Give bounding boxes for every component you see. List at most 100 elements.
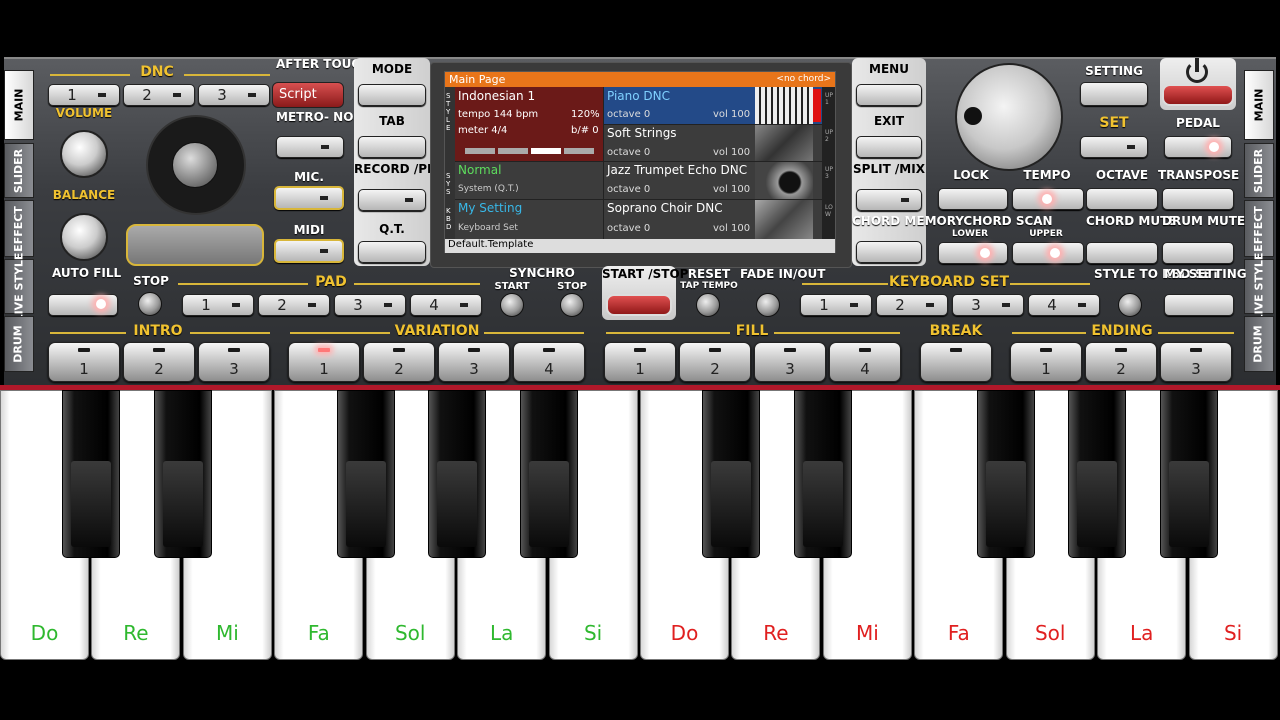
dnc-button-2[interactable]: 2 [123, 84, 195, 106]
transpose-button[interactable] [1162, 188, 1234, 210]
led-active [318, 348, 330, 352]
midi-button[interactable] [274, 239, 344, 263]
kbd-set-button-3[interactable]: 3 [952, 294, 1024, 316]
synchro-stop-button[interactable] [560, 293, 584, 317]
tab-drum-right[interactable]: DRUM [1244, 316, 1274, 372]
chord-scan-lower-button[interactable] [938, 242, 1008, 264]
intro-button-1[interactable]: 1 [48, 342, 120, 382]
section-bar-2 [498, 148, 528, 154]
black-key[interactable] [793, 390, 852, 558]
record-play-button[interactable] [358, 189, 426, 211]
tab-button[interactable] [358, 136, 426, 158]
dnc-button-3[interactable]: 3 [198, 84, 270, 106]
kbd-set-button-2[interactable]: 2 [876, 294, 948, 316]
voice-4-name: Soprano Choir DNC [607, 201, 723, 215]
style-to-kbd-button[interactable] [1118, 293, 1142, 317]
fill-button-2[interactable]: 2 [679, 342, 751, 382]
black-key[interactable] [976, 390, 1035, 558]
ending-button-3[interactable]: 3 [1160, 342, 1232, 382]
power-button[interactable] [1162, 84, 1234, 106]
variation-button-2[interactable]: 2 [363, 342, 435, 382]
my-setting-button[interactable] [1164, 294, 1234, 316]
pad-button-3[interactable]: 3 [334, 294, 406, 316]
ending-label: ENDING [1091, 323, 1153, 339]
joystick[interactable] [172, 142, 218, 188]
mode-button[interactable] [358, 84, 426, 106]
led [950, 348, 962, 352]
split-mix-button[interactable] [856, 189, 922, 211]
tab-main-right[interactable]: MAIN [1244, 70, 1274, 140]
exit-button[interactable] [856, 136, 922, 158]
volume-knob[interactable] [60, 130, 108, 178]
break-button[interactable] [920, 342, 992, 382]
kbd-set-button-4[interactable]: 4 [1028, 294, 1100, 316]
menu-button[interactable] [856, 84, 922, 106]
tab-slider-left[interactable]: SLIDER [4, 143, 34, 198]
intro-button-2[interactable]: 2 [123, 342, 195, 382]
start-stop-button[interactable] [606, 294, 672, 316]
led [1078, 303, 1087, 307]
black-key[interactable] [62, 390, 121, 558]
side-sys-label: SYS [446, 172, 451, 196]
qt-label: Q.T. [379, 222, 405, 236]
button-label: 2 [277, 296, 287, 314]
ending-button-1[interactable]: 1 [1010, 342, 1082, 382]
reset-button[interactable] [696, 293, 720, 317]
synchro-start-button[interactable] [500, 293, 524, 317]
mic-button[interactable] [274, 186, 344, 210]
pad-button-4[interactable]: 4 [410, 294, 482, 316]
drum-mute-button[interactable] [1162, 242, 1234, 264]
black-key[interactable] [336, 390, 395, 558]
chord-memory-label: CHORD MEMORY [852, 214, 964, 228]
pad-button-2[interactable]: 2 [258, 294, 330, 316]
tab-drum-left[interactable]: DRUM [4, 316, 34, 372]
black-key[interactable] [1159, 390, 1218, 558]
metronome-button[interactable] [276, 136, 344, 158]
pitch-pad[interactable] [126, 224, 264, 266]
pad-stop-button[interactable] [138, 292, 162, 316]
tab-live-style-right[interactable]: LIVE STYLE [1244, 252, 1274, 321]
black-key[interactable] [428, 390, 487, 558]
set-button[interactable] [1080, 136, 1148, 158]
fill-button-3[interactable]: 3 [754, 342, 826, 382]
led [1115, 348, 1127, 352]
chord-mute-button[interactable] [1086, 242, 1158, 264]
pad-button-1[interactable]: 1 [182, 294, 254, 316]
tab-live-style-left[interactable]: LIVE STYLE [4, 252, 34, 321]
variation-button-1[interactable]: 1 [288, 342, 360, 382]
black-key[interactable] [519, 390, 578, 558]
fade-button[interactable] [756, 293, 780, 317]
auto-fill-button[interactable] [48, 294, 118, 316]
ending-button-2[interactable]: 2 [1085, 342, 1157, 382]
led [709, 348, 721, 352]
chord-memory-button[interactable] [856, 241, 922, 263]
style-tempo: tempo 144 bpm [458, 109, 539, 120]
balance-knob[interactable] [60, 213, 108, 261]
intro-button-3[interactable]: 3 [198, 342, 270, 382]
key-note-label: Si [1223, 621, 1243, 645]
kbd-set-button-1[interactable]: 1 [800, 294, 872, 316]
dnc-button-1[interactable]: 1 [48, 84, 120, 106]
octave-button[interactable] [1086, 188, 1158, 210]
tab-slider-right[interactable]: SLIDER [1244, 143, 1274, 198]
variation-button-3[interactable]: 3 [438, 342, 510, 382]
setting-button[interactable] [1080, 82, 1148, 106]
variation-button-4[interactable]: 4 [513, 342, 585, 382]
black-key[interactable] [1068, 390, 1127, 558]
lock-button[interactable] [938, 188, 1008, 210]
tab-effect-right[interactable]: EFFECT [1244, 200, 1274, 257]
fill-button-4[interactable]: 4 [829, 342, 901, 382]
pedal-button[interactable] [1164, 136, 1232, 158]
button-label: Script [279, 87, 317, 102]
tab-label: EFFECT [1252, 205, 1266, 252]
script-button[interactable]: Script [272, 82, 344, 108]
tab-main-left[interactable]: MAIN [4, 70, 34, 140]
qt-button[interactable] [358, 241, 426, 263]
chord-scan-upper-button[interactable] [1012, 242, 1084, 264]
upper-led [1050, 248, 1060, 258]
voice-1-tag: UP1 [825, 92, 834, 106]
black-key[interactable] [153, 390, 212, 558]
black-key[interactable] [702, 390, 761, 558]
tab-effect-left[interactable]: EFFECT [4, 200, 34, 257]
fill-button-1[interactable]: 1 [604, 342, 676, 382]
